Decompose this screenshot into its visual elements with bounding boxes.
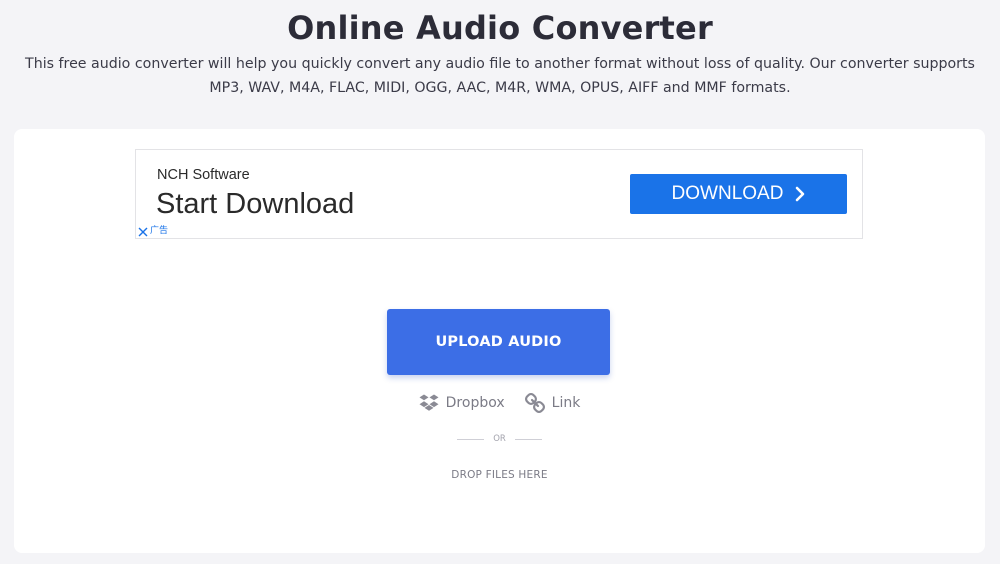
chevron-right-icon [796,186,805,202]
ad-label: 广告 [150,226,169,236]
upload-audio-label: UPLOAD AUDIO [435,334,562,350]
link-icon [524,393,545,413]
ad-brand: NCH Software [157,167,250,183]
divider-line-right [514,438,542,440]
dropbox-icon [419,394,439,411]
page-description: This free audio converter will help you … [25,56,975,96]
ad-download-label: DOWNLOAD [671,183,784,204]
or-divider: OR [14,434,985,444]
upload-sources: Dropbox Link [14,393,985,413]
dropbox-label: Dropbox [445,395,505,411]
upload-audio-button[interactable]: UPLOAD AUDIO [387,309,610,375]
link-label: Link [551,395,581,411]
converter-card: NCH Software Start Download DOWNLOAD 广告 … [14,129,985,553]
drop-zone-label[interactable]: DROP FILES HERE [14,469,985,481]
close-icon[interactable] [138,227,148,237]
ad-download-button[interactable]: DOWNLOAD [630,174,847,214]
page-title: Online Audio Converter [287,9,713,47]
dropbox-option[interactable]: Dropbox [419,393,505,413]
divider-line-left [457,438,485,440]
or-label: OR [493,434,506,444]
ad-banner[interactable]: NCH Software Start Download DOWNLOAD 广告 [135,149,863,239]
ad-headline[interactable]: Start Download [156,186,354,222]
link-option[interactable]: Link [524,393,581,413]
ad-choices[interactable]: 广告 [138,226,168,237]
